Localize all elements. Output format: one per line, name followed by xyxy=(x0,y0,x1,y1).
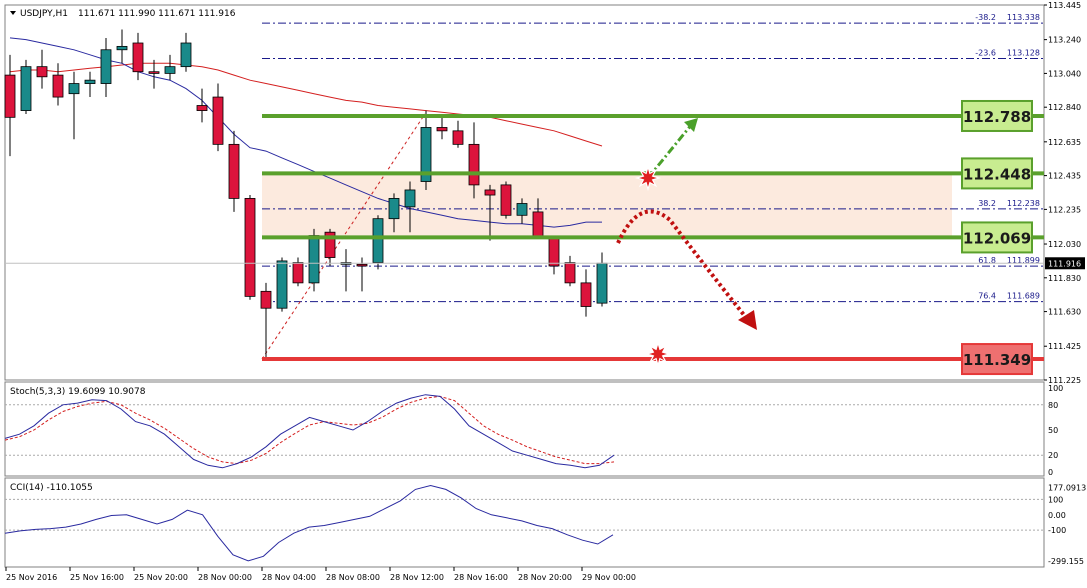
candle-body xyxy=(500,184,512,216)
candle-body xyxy=(212,96,224,145)
candle-body xyxy=(372,218,384,264)
candle-body xyxy=(532,211,544,238)
candle-body xyxy=(436,127,448,132)
stoch-tick-label: 0 xyxy=(1048,468,1053,477)
fib-value: 111.689 xyxy=(1007,292,1040,301)
candle-body xyxy=(548,236,560,267)
fib-percent: 61.8 xyxy=(978,256,996,265)
candle-body xyxy=(468,143,480,186)
time-tick-label: 25 Nov 20:00 xyxy=(134,573,188,582)
candle-body xyxy=(244,198,256,297)
stoch-panel[interactable] xyxy=(4,381,1045,477)
fib-value: 113.128 xyxy=(1007,49,1040,58)
time-tick-label: 28 Nov 16:00 xyxy=(454,573,508,582)
price-tick-label: 113.040 xyxy=(1048,69,1081,78)
burst-icon xyxy=(644,340,672,368)
price-tick-label: 112.840 xyxy=(1048,103,1081,112)
candle-body xyxy=(164,66,176,74)
fib-percent: -23.6 xyxy=(975,49,996,58)
current-price-label: 111.916 xyxy=(1048,259,1081,268)
candle-body xyxy=(20,66,32,111)
price-tick-label: 112.030 xyxy=(1048,240,1081,249)
candle-body xyxy=(196,105,208,111)
cci-tick-label: 100 xyxy=(1048,495,1063,504)
candle-body xyxy=(292,262,304,284)
fib-percent: -38.2 xyxy=(975,13,996,22)
zone-layer xyxy=(262,173,952,238)
level-label: 112.448 xyxy=(963,165,1031,183)
cci-tick-label: 177.0913 xyxy=(1048,484,1086,493)
price-tick-label: 111.830 xyxy=(1048,274,1081,283)
time-tick-label: 28 Nov 08:00 xyxy=(326,573,380,582)
level-label: 112.069 xyxy=(963,229,1031,247)
candle-body xyxy=(580,282,592,307)
sell-buy-zone xyxy=(262,173,952,238)
time-tick-label: 28 Nov 04:00 xyxy=(262,573,316,582)
candle-body xyxy=(228,143,240,199)
time-tick-label: 28 Nov 00:00 xyxy=(198,573,252,582)
stoch-tick-label: 20 xyxy=(1048,451,1058,460)
burst-icon xyxy=(634,164,662,192)
fib-value: 112.238 xyxy=(1007,199,1040,208)
price-tick-label: 111.425 xyxy=(1048,342,1081,351)
candle-body xyxy=(484,189,496,196)
cci-tick-label: -299.155 xyxy=(1048,557,1084,566)
candle-body xyxy=(100,49,112,84)
candle-body xyxy=(180,42,192,68)
time-tick-label: 28 Nov 20:00 xyxy=(518,573,572,582)
stoch-tick-label: 50 xyxy=(1048,426,1058,435)
candle-body xyxy=(52,74,64,98)
fib-value: 113.338 xyxy=(1007,13,1040,22)
candle-body xyxy=(4,74,16,118)
chart-ohlc: 111.671 111.990 111.671 111.916 xyxy=(78,9,236,19)
time-tick-label: 29 Nov 00:00 xyxy=(582,573,636,582)
candle-body xyxy=(388,198,400,220)
candle-body xyxy=(596,262,608,304)
trading-chart[interactable]: -38.2 113.338 -23.6 113.128 38.2 112.238 61.8 1… xyxy=(0,0,1087,588)
candle-body xyxy=(356,263,368,267)
cci-tick-label: -100 xyxy=(1048,526,1066,535)
cci-tick-label: 0.00 xyxy=(1048,511,1066,520)
candle-body xyxy=(452,130,464,145)
time-tick-label: 28 Nov 12:00 xyxy=(390,573,444,582)
price-tick-label: 112.235 xyxy=(1048,205,1081,214)
candle-body xyxy=(148,71,160,74)
candle-body xyxy=(116,45,128,51)
fib-percent: 76.4 xyxy=(978,292,996,301)
level-label: 112.788 xyxy=(963,108,1031,126)
level-label: 111.349 xyxy=(963,351,1031,369)
stoch-title: Stoch(5,3,3) 19.6099 10.9078 xyxy=(10,387,146,397)
candle-body xyxy=(308,235,320,284)
price-tick-label: 111.630 xyxy=(1048,308,1081,317)
fib-percent: 38.2 xyxy=(978,199,996,208)
chart-symbol: USDJPY,H1 xyxy=(20,9,68,19)
candle-body xyxy=(516,203,528,216)
time-tick-label: 25 Nov 2016 xyxy=(6,573,57,582)
stoch-tick-label: 80 xyxy=(1048,401,1058,410)
candle-body xyxy=(276,260,288,309)
price-tick-label: 113.445 xyxy=(1048,1,1081,10)
candle-body xyxy=(260,290,272,309)
candle-body xyxy=(564,262,576,284)
candle-body xyxy=(404,189,416,208)
price-tick-label: 112.635 xyxy=(1048,138,1081,147)
cci-title: CCI(14) -110.1055 xyxy=(10,483,93,493)
candle-body xyxy=(132,42,144,73)
candle-body xyxy=(36,66,48,78)
time-tick-label: 25 Nov 16:00 xyxy=(70,573,124,582)
price-tick-label: 112.435 xyxy=(1048,172,1081,181)
stoch-tick-label: 100 xyxy=(1048,384,1063,393)
candle-body xyxy=(84,79,96,84)
candle-body xyxy=(68,83,80,95)
price-tick-label: 113.240 xyxy=(1048,36,1081,45)
fib-value: 111.899 xyxy=(1007,256,1040,265)
